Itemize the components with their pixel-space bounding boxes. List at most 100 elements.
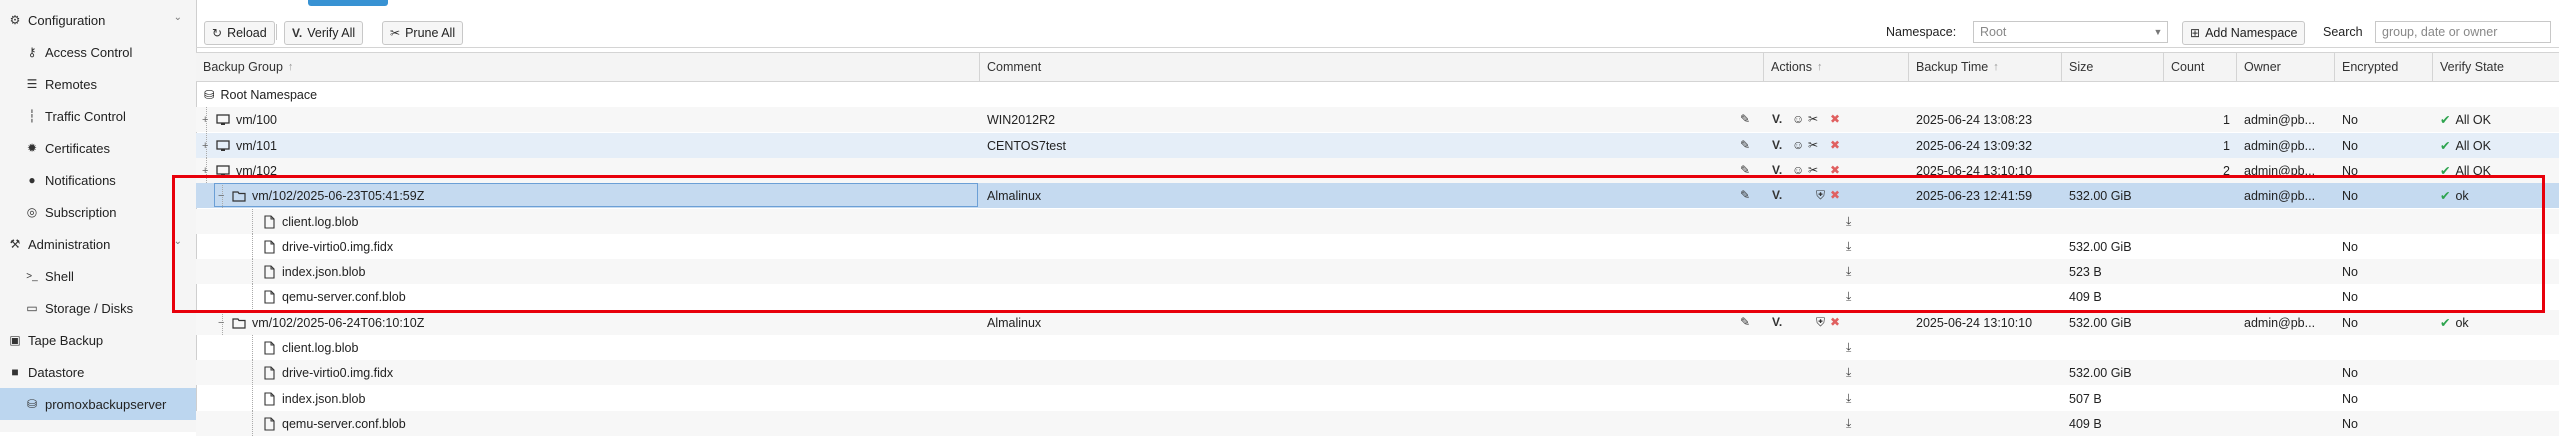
snapshot-row[interactable]: − vm/102/2025-06-24T06:10:10Z Almalinux ✎ V.… xyxy=(196,310,2559,335)
delete-trash-icon[interactable]: ✖ xyxy=(1830,315,1840,329)
file-row[interactable]: drive-virtio0.img.fidx ⤓ 532.00 GiB No xyxy=(196,234,2559,259)
column-header-count[interactable]: Count xyxy=(2164,53,2237,81)
sidebar-item-certificates[interactable]: ✹ Certificates xyxy=(0,132,196,164)
column-header-owner[interactable]: Owner xyxy=(2237,53,2335,81)
verify-state-label: ok xyxy=(2455,188,2469,203)
sort-asc-icon: ↑ xyxy=(287,61,294,73)
sidebar-item-access-control[interactable]: ⚷ Access Control xyxy=(0,36,196,68)
root-namespace-row[interactable]: ⛁ Root Namespace xyxy=(196,82,2559,107)
backup-name: qemu-server.conf.blob xyxy=(282,289,406,304)
sidebar-item-configuration[interactable]: ⚙ Configuration ⌄ xyxy=(0,4,196,36)
sidebar-item-tape-backup[interactable]: ▣ Tape Backup xyxy=(0,324,196,356)
download-icon[interactable]: ⤓ xyxy=(1846,264,1851,279)
verify-button[interactable]: V. xyxy=(1772,163,1782,177)
namespace-select[interactable]: Root ▼ xyxy=(1973,21,2168,43)
verify-all-button[interactable]: V. Verify All xyxy=(284,21,364,45)
edit-icon[interactable]: ✎ xyxy=(1740,188,1750,202)
prune-all-button[interactable]: ✂ Prune All xyxy=(382,21,464,45)
change-owner-icon[interactable]: ☺ xyxy=(1792,112,1804,126)
column-header-comment[interactable]: Comment xyxy=(980,53,1764,81)
sidebar-item-notifications[interactable]: ● Notifications xyxy=(0,164,196,196)
column-header-backup-time[interactable]: Backup Time ↑ xyxy=(1909,53,2062,81)
reload-button[interactable]: ↻ Reload xyxy=(204,21,275,45)
edit-icon[interactable]: ✎ xyxy=(1740,138,1750,152)
backup-group-cell: vm/102 xyxy=(216,158,277,183)
sidebar-item-storage-disks[interactable]: ▭ Storage / Disks xyxy=(0,292,196,324)
sidebar-item-administration[interactable]: ⚒ Administration ⌄ xyxy=(0,228,196,260)
column-header-size[interactable]: Size xyxy=(2062,53,2164,81)
verify-all-button-label: Verify All xyxy=(307,26,356,40)
change-owner-icon[interactable]: ☺ xyxy=(1792,138,1804,152)
column-header-encrypted[interactable]: Encrypted xyxy=(2335,53,2433,81)
add-namespace-button[interactable]: ⊞ Add Namespace xyxy=(2182,21,2306,45)
sidebar-item-label: Storage / Disks xyxy=(45,300,134,316)
file-row[interactable]: qemu-server.conf.blob ⤓ 409 B No xyxy=(196,284,2559,309)
delete-trash-icon[interactable]: ✖ xyxy=(1830,112,1840,126)
search-input[interactable]: group, date or owner xyxy=(2375,21,2551,43)
protect-shield-icon[interactable]: ⛨ xyxy=(1816,315,1825,330)
backup-group-row[interactable]: + vm/100 WIN2012R2 ✎ V. ☺ ✂ ✖ 2025-06-24 13:08:2… xyxy=(196,107,2559,132)
edit-icon[interactable]: ✎ xyxy=(1740,163,1750,177)
backup-group-row[interactable]: + vm/102 ✎ V. ☺ ✂ ✖ 2025-06-24 13:10:10 2 admin@p… xyxy=(196,158,2559,183)
download-icon[interactable]: ⤓ xyxy=(1846,416,1851,431)
sidebar-item-promoxbackupserver[interactable]: ⛁ promoxbackupserver xyxy=(0,388,196,420)
encrypted-cell: No xyxy=(2342,391,2358,406)
owner-cell xyxy=(2244,386,2334,411)
prune-scissors-icon[interactable]: ✂ xyxy=(1808,138,1818,152)
sidebar-item-datastore[interactable]: ■ Datastore xyxy=(0,356,196,388)
sidebar-item-shell[interactable]: >_ Shell xyxy=(0,260,196,292)
sidebar-item-label: Tape Backup xyxy=(28,332,104,348)
delete-trash-icon[interactable]: ✖ xyxy=(1830,188,1840,202)
expander-icon[interactable]: − xyxy=(218,310,228,335)
chevron-down-icon[interactable]: ▼ xyxy=(2149,22,2167,42)
delete-trash-icon[interactable]: ✖ xyxy=(1830,138,1840,152)
gears-icon: ⚙ xyxy=(9,13,21,27)
chevron-down-icon[interactable]: ⌄ xyxy=(174,236,182,247)
download-icon[interactable]: ⤓ xyxy=(1846,365,1851,380)
verify-button[interactable]: V. xyxy=(1772,188,1782,202)
file-row[interactable]: index.json.blob ⤓ 523 B No xyxy=(196,259,2559,284)
column-header-label: Size xyxy=(2069,60,2094,74)
sidebar-item-traffic-control[interactable]: ┆ Traffic Control xyxy=(0,100,196,132)
sidebar-item-subscription[interactable]: ◎ Subscription xyxy=(0,196,196,228)
tree-connector xyxy=(252,259,253,284)
file-row[interactable]: client.log.blob ⤓ xyxy=(196,335,2559,360)
download-icon[interactable]: ⤓ xyxy=(1846,214,1851,229)
tab-content-selected[interactable] xyxy=(308,0,388,6)
delete-trash-icon[interactable]: ✖ xyxy=(1830,163,1840,177)
verify-button[interactable]: V. xyxy=(1772,112,1782,126)
download-icon[interactable]: ⤓ xyxy=(1846,289,1851,304)
scissors-icon: ✂ xyxy=(390,26,401,40)
prune-scissors-icon[interactable]: ✂ xyxy=(1808,163,1818,177)
backup-group-row[interactable]: + vm/101 CENTOS7test ✎ V. ☺ ✂ ✖ 2025-06-24 13:09… xyxy=(196,133,2559,158)
column-header-actions[interactable]: Actions ↑ xyxy=(1764,53,1909,81)
file-icon xyxy=(262,214,276,229)
tree-connector xyxy=(252,411,253,436)
verify-button[interactable]: V. xyxy=(1772,315,1782,329)
expander-icon[interactable]: + xyxy=(202,158,212,183)
edit-icon[interactable]: ✎ xyxy=(1740,315,1750,329)
file-row[interactable]: qemu-server.conf.blob ⤓ 409 B No xyxy=(196,411,2559,436)
chevron-down-icon[interactable]: ⌄ xyxy=(174,12,182,23)
file-row[interactable]: index.json.blob ⤓ 507 B No xyxy=(196,386,2559,411)
add-namespace-button-label: Add Namespace xyxy=(2205,26,2298,40)
sidebar-item-remotes[interactable]: ☰ Remotes xyxy=(0,68,196,100)
download-icon[interactable]: ⤓ xyxy=(1846,391,1851,406)
download-icon[interactable]: ⤓ xyxy=(1846,239,1851,254)
snapshot-row[interactable]: − vm/102/2025-06-23T05:41:59Z Almalinux ✎ V.… xyxy=(196,183,2559,208)
verify-state-cell: ✔ ok xyxy=(2440,310,2469,335)
edit-icon[interactable]: ✎ xyxy=(1740,112,1750,126)
column-header-backup-group[interactable]: Backup Group ↑ xyxy=(196,53,980,81)
expander-icon[interactable]: + xyxy=(202,133,212,158)
file-row[interactable]: drive-virtio0.img.fidx ⤓ 532.00 GiB No xyxy=(196,360,2559,385)
column-header-verify-state[interactable]: Verify State xyxy=(2433,53,2559,81)
bell-icon: ● xyxy=(28,173,36,187)
prune-scissors-icon[interactable]: ✂ xyxy=(1808,112,1818,126)
protect-shield-icon[interactable]: ⛨ xyxy=(1816,188,1825,203)
verify-button[interactable]: V. xyxy=(1772,138,1782,152)
file-row[interactable]: client.log.blob ⤓ xyxy=(196,209,2559,234)
expander-icon[interactable]: + xyxy=(202,107,212,132)
change-owner-icon[interactable]: ☺ xyxy=(1792,163,1804,177)
owner-cell xyxy=(2244,259,2334,284)
download-icon[interactable]: ⤓ xyxy=(1846,340,1851,355)
